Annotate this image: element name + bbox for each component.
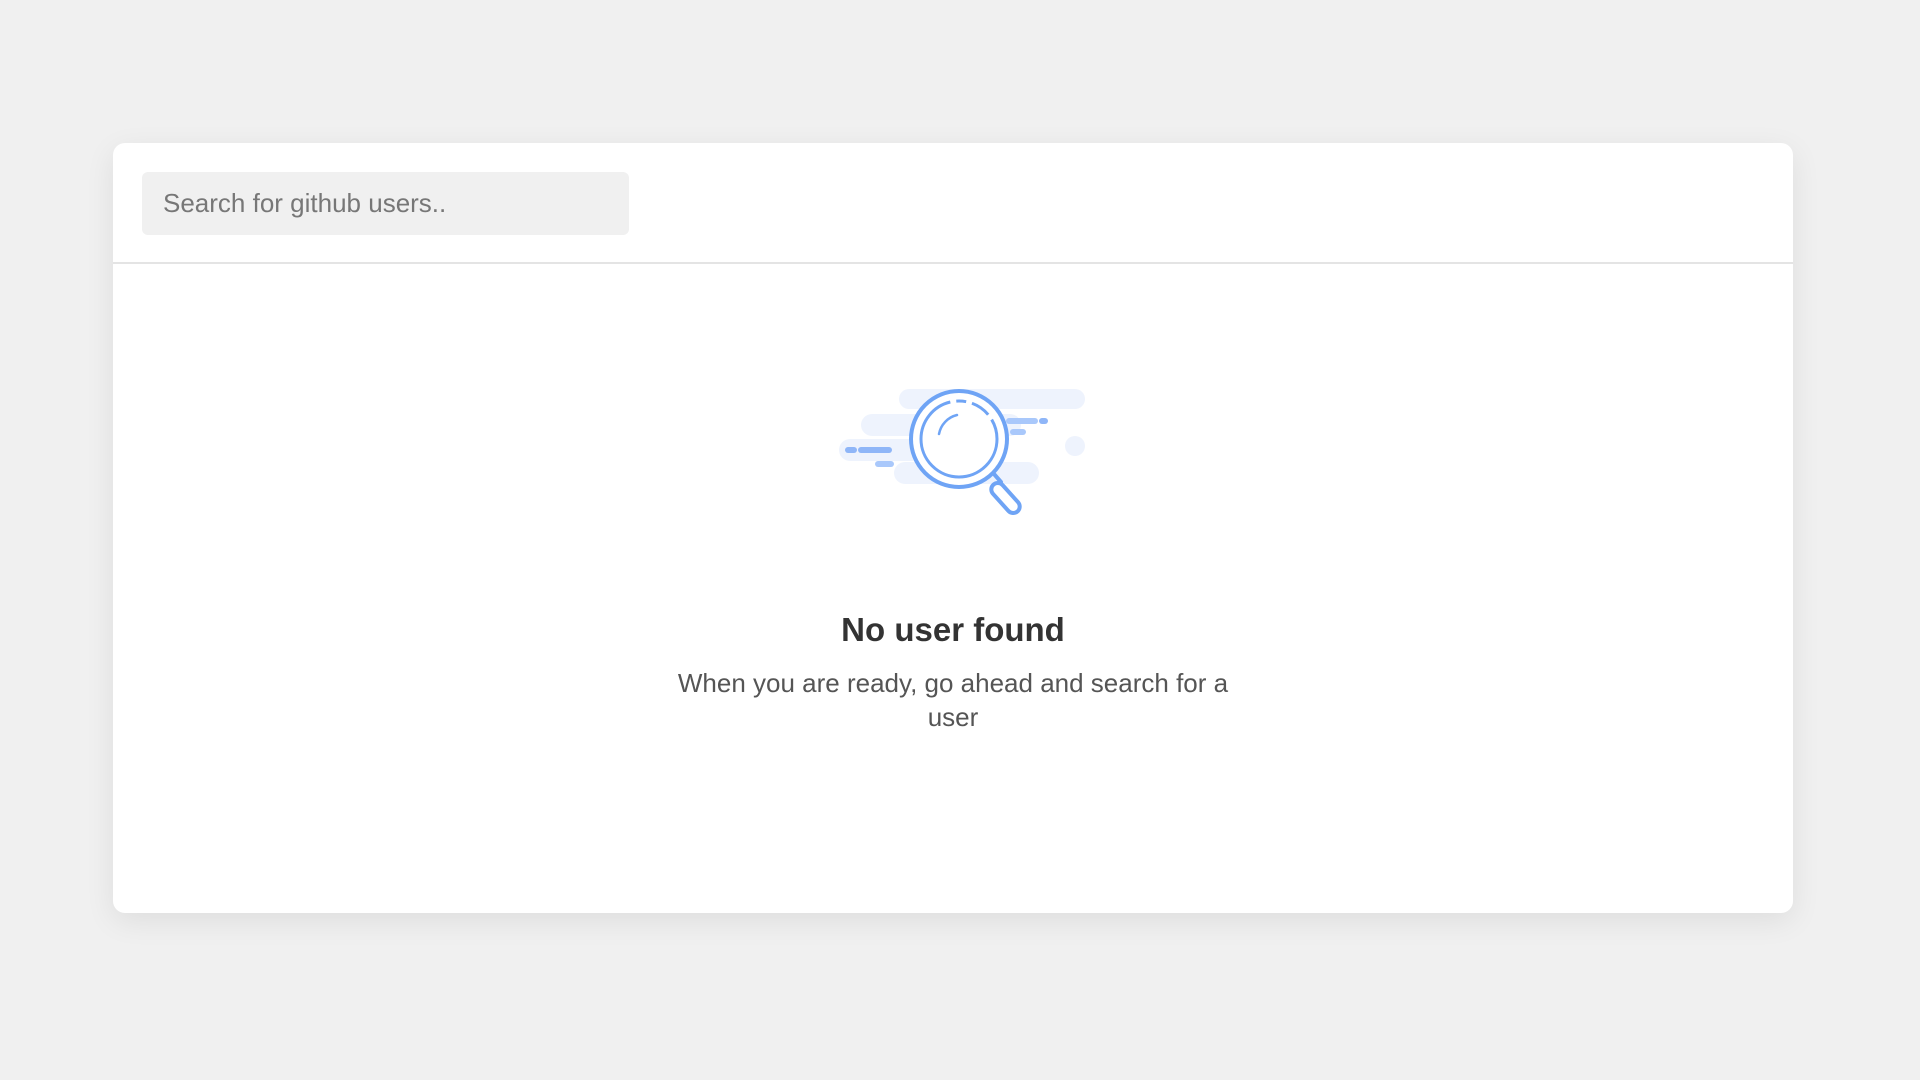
magnifier — [909, 389, 1022, 516]
card-header — [113, 143, 1793, 264]
empty-state: No user found When you are ready, go ahe… — [113, 264, 1793, 913]
empty-state-description: When you are ready, go ahead and search … — [677, 668, 1229, 732]
search-input[interactable] — [142, 172, 629, 235]
search-card: No user found When you are ready, go ahe… — [113, 143, 1793, 913]
search-icon — [839, 389, 1085, 516]
empty-state-title: No user found — [841, 611, 1065, 648]
